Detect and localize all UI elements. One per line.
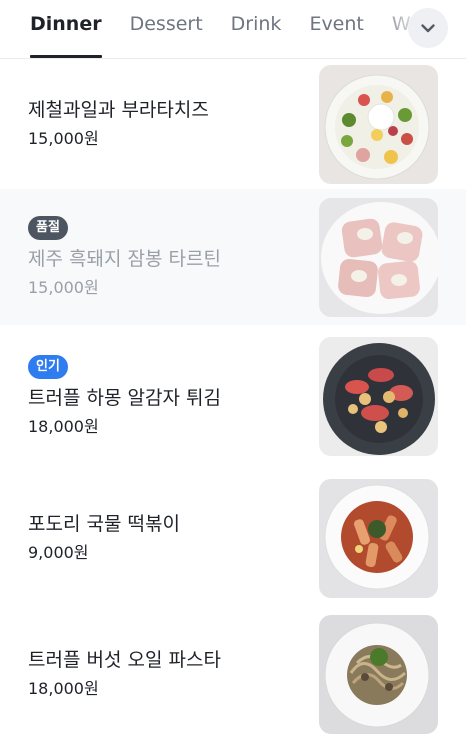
- menu-item-info: 포도리 국물 떡볶이 9,000원: [28, 512, 180, 564]
- menu-item[interactable]: 인기 트러플 하몽 알감자 튀김 18,000원: [0, 325, 466, 467]
- menu-item-info: 트러플 버섯 오일 파스타 18,000원: [28, 648, 221, 700]
- menu-item-name: 트러플 버섯 오일 파스타: [28, 649, 221, 671]
- menu-item-info: 제철과일과 부라타치즈 15,000원: [28, 98, 209, 150]
- menu-item-info: 인기 트러플 하몽 알감자 튀김 18,000원: [28, 354, 221, 438]
- category-tabs: Dinner Dessert Drink Event W: [0, 0, 466, 58]
- menu-item[interactable]: 트러플 버섯 오일 파스타 18,000원: [0, 609, 466, 738]
- menu-item-price: 18,000원: [28, 416, 99, 436]
- menu-item-image: [319, 336, 438, 456]
- tab-dessert[interactable]: Dessert: [130, 0, 203, 58]
- menu-item-name: 제철과일과 부라타치즈: [28, 99, 209, 121]
- menu-item[interactable]: 제철과일과 부라타치즈 15,000원: [0, 59, 466, 189]
- popular-badge: 인기: [28, 354, 68, 379]
- tab-drink[interactable]: Drink: [231, 0, 282, 58]
- menu-item-image: [319, 64, 438, 184]
- menu-item-name: 트러플 하몽 알감자 튀김: [28, 386, 221, 409]
- chevron-down-icon: [421, 24, 435, 33]
- menu-item-image: [319, 197, 438, 317]
- menu-item-image: [319, 478, 438, 598]
- menu-item-name: 제주 흑돼지 잠봉 타르틴: [28, 247, 221, 270]
- menu-item-info: 품절 제주 흑돼지 잠봉 타르틴 15,000원: [28, 215, 221, 299]
- tab-dinner[interactable]: Dinner: [30, 0, 102, 58]
- menu-list: 제철과일과 부라타치즈 15,000원 품절 제주 흑돼지 잠봉 타르틴 15,…: [0, 59, 466, 738]
- menu-item-name: 포도리 국물 떡볶이: [28, 513, 180, 535]
- soldout-badge: 품절: [28, 215, 68, 240]
- menu-item[interactable]: 포도리 국물 떡볶이 9,000원: [0, 467, 466, 609]
- tab-event[interactable]: Event: [309, 0, 363, 58]
- menu-item[interactable]: 품절 제주 흑돼지 잠봉 타르틴 15,000원: [0, 189, 466, 325]
- menu-screen: Dinner Dessert Drink Event W 제철과일과 부라타치즈…: [0, 0, 466, 738]
- menu-item-price: 18,000원: [28, 679, 99, 698]
- more-categories-button[interactable]: [408, 8, 448, 48]
- menu-item-price: 15,000원: [28, 129, 99, 148]
- menu-item-image: [319, 614, 438, 734]
- menu-item-price: 15,000원: [28, 277, 99, 297]
- category-tab-bar: Dinner Dessert Drink Event W: [0, 0, 466, 59]
- menu-item-price: 9,000원: [28, 543, 89, 562]
